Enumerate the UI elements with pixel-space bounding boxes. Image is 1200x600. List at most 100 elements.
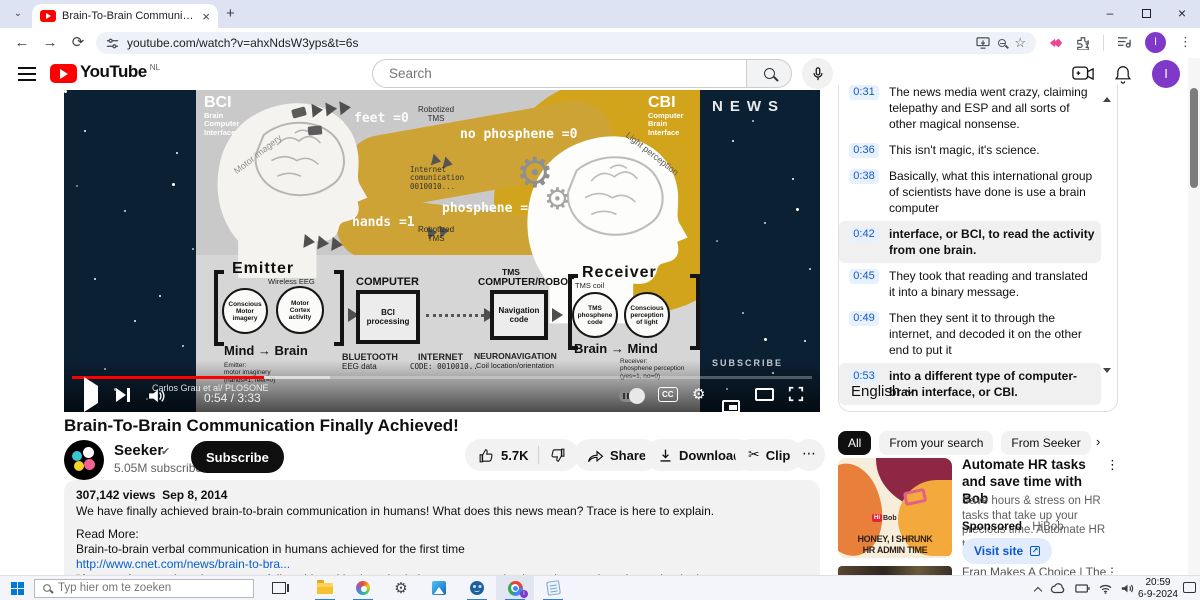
tab-close-icon[interactable]: ×: [202, 9, 210, 24]
pink-extension-icon[interactable]: [1049, 37, 1063, 49]
tray-expand-chevron-icon[interactable]: [1033, 586, 1043, 595]
task-view-button[interactable]: [260, 576, 298, 600]
youtube-profile-avatar[interactable]: I: [1152, 60, 1180, 88]
extensions-puzzle-icon[interactable]: [1076, 36, 1090, 50]
captions-button[interactable]: CC: [658, 387, 678, 402]
address-bar[interactable]: youtube.com/watch?v=ahxNdsW3yps&t=6s ☆: [96, 32, 1036, 54]
subscribe-button[interactable]: Subscribe: [191, 441, 284, 473]
transcript-timestamp[interactable]: 0:38: [849, 169, 879, 184]
site-settings-icon[interactable]: [106, 37, 119, 50]
transcript-timestamp[interactable]: 0:36: [849, 143, 879, 158]
transcript-text[interactable]: The CBI then sends the signal into the r…: [889, 410, 1095, 411]
url-text[interactable]: youtube.com/watch?v=ahxNdsW3yps&t=6s: [127, 36, 968, 50]
search-button[interactable]: [746, 59, 792, 88]
play-button[interactable]: [84, 377, 98, 412]
forward-icon[interactable]: →: [38, 31, 62, 55]
reload-icon[interactable]: ⟳: [66, 31, 90, 55]
transcript-timestamp[interactable]: 0:56: [849, 411, 879, 412]
youtube-logo[interactable]: YouTube NL: [50, 62, 160, 83]
start-button[interactable]: [0, 581, 34, 595]
notifications-bell-icon[interactable]: [1114, 65, 1132, 84]
transcript-text[interactable]: interface, or BCI, to read the activity …: [889, 226, 1095, 258]
channel-avatar[interactable]: [64, 440, 104, 480]
player-settings-gear-icon[interactable]: ⚙: [692, 385, 705, 403]
window-minimize-button[interactable]: –: [1093, 0, 1127, 28]
volume-icon[interactable]: [148, 389, 166, 403]
browser-profile-avatar[interactable]: I: [1145, 32, 1166, 53]
create-video-icon[interactable]: [1072, 66, 1094, 82]
tab-search-chevron-icon[interactable]: ⌄: [8, 5, 28, 23]
chip-all[interactable]: All: [838, 431, 872, 455]
browser-menu-kebab-icon[interactable]: ⋮: [1179, 35, 1192, 50]
thumbs-down-icon[interactable]: [549, 447, 566, 464]
thumbs-up-icon[interactable]: [478, 447, 495, 464]
battery-icon[interactable]: [1075, 584, 1090, 593]
miniplayer-icon[interactable]: [722, 400, 740, 412]
visit-site-button[interactable]: Visit site ↗: [962, 538, 1053, 564]
next-button[interactable]: [116, 388, 130, 402]
notebook-app-icon[interactable]: [534, 576, 572, 600]
scroll-down-icon[interactable]: [1103, 368, 1111, 373]
more-actions-button[interactable]: ⋯: [793, 439, 825, 471]
taskbar-search-input[interactable]: [58, 582, 228, 594]
transcript-timestamp[interactable]: 0:49: [849, 311, 879, 326]
transcript-timestamp[interactable]: 0:45: [849, 269, 879, 284]
scroll-up-icon[interactable]: [1103, 97, 1111, 102]
transcript-timestamp[interactable]: 0:53: [849, 369, 879, 384]
paint-app-icon[interactable]: [344, 576, 382, 600]
window-maximize-button[interactable]: [1129, 0, 1163, 28]
transcript-cue[interactable]: 0:45 They took that reading and translate…: [839, 263, 1101, 305]
transcript-text[interactable]: The news media went crazy, claiming tele…: [889, 85, 1095, 132]
fullscreen-icon[interactable]: [788, 386, 804, 402]
video-player[interactable]: NEWS ⚙ ⚙ BCI Brain Computer Interface Mo…: [64, 90, 820, 412]
taskbar-clock[interactable]: 20:59 6-9-2024: [1138, 577, 1178, 600]
blue-app-icon[interactable]: [458, 576, 496, 600]
transcript-text[interactable]: They took that reading and translated it…: [889, 268, 1095, 300]
taskbar-search-box[interactable]: [34, 578, 254, 598]
description-link[interactable]: http://www.cnet.com/news/brain-to-bra...: [76, 557, 290, 571]
action-center-icon[interactable]: [1183, 582, 1196, 593]
bookmark-star-icon[interactable]: ☆: [1014, 35, 1026, 51]
install-icon[interactable]: [976, 37, 990, 49]
speaker-icon[interactable]: [1121, 583, 1134, 594]
chip-from-seeker[interactable]: From Seeker: [1001, 431, 1091, 455]
progress-bar[interactable]: [72, 376, 812, 379]
channel-name[interactable]: Seeker: [114, 442, 163, 459]
transcript-timestamp[interactable]: 0:31: [849, 85, 879, 100]
like-count[interactable]: 5.7K: [501, 448, 528, 463]
chip-from-your-search[interactable]: From your search: [879, 431, 994, 455]
transcript-cue[interactable]: 0:38 Basically, what this international g…: [839, 163, 1101, 221]
page-scrollbar[interactable]: [1188, 58, 1200, 575]
chips-scroll-right-icon[interactable]: ›: [1096, 434, 1100, 449]
zoom-icon[interactable]: [998, 39, 1007, 47]
search-input[interactable]: [389, 66, 709, 81]
browser-tab[interactable]: Brain-To-Brain Communication ×: [32, 4, 218, 28]
window-close-button[interactable]: ×: [1165, 0, 1199, 28]
ad-thumbnail[interactable]: Hi Bob HONEY, I SHRUNK HR ADMIN TIME: [838, 458, 952, 558]
new-tab-button[interactable]: +: [226, 5, 235, 22]
transcript-timestamp[interactable]: 0:42: [849, 227, 879, 242]
transcript-text[interactable]: This isn't magic, it's science.: [889, 142, 1040, 158]
scrollbar-thumb[interactable]: [1190, 88, 1198, 188]
autoplay-toggle[interactable]: [619, 388, 645, 404]
transcript-text[interactable]: Then they sent it to through the interne…: [889, 310, 1095, 358]
transcript-language-selector[interactable]: English: [851, 383, 915, 400]
photos-app-icon[interactable]: [420, 576, 458, 600]
transcript-cue[interactable]: 0:31 The news media went crazy, claiming …: [839, 85, 1101, 137]
settings-gear-icon[interactable]: ⚙: [382, 576, 420, 600]
back-icon[interactable]: ←: [10, 31, 34, 55]
next-video-thumbnail[interactable]: [838, 566, 952, 575]
search-box[interactable]: [372, 59, 746, 88]
file-explorer-icon[interactable]: [306, 576, 344, 600]
transcript-cue[interactable]: 0:36 This isn't magic, it's science.: [839, 137, 1101, 163]
hamburger-menu-icon[interactable]: [18, 67, 36, 81]
ad-menu-kebab-icon[interactable]: ⋮: [1106, 458, 1119, 473]
tab-groups-icon[interactable]: [1117, 36, 1132, 49]
chrome-icon[interactable]: I: [496, 575, 534, 600]
wifi-icon[interactable]: [1099, 584, 1112, 594]
theater-mode-icon[interactable]: [755, 388, 774, 401]
voice-search-button[interactable]: [802, 58, 833, 89]
transcript-cue-active[interactable]: 0:42 interface, or BCI, to read the activ…: [839, 221, 1101, 263]
onedrive-cloud-icon[interactable]: [1050, 583, 1066, 594]
transcript-text[interactable]: Basically, what this international group…: [889, 168, 1095, 216]
